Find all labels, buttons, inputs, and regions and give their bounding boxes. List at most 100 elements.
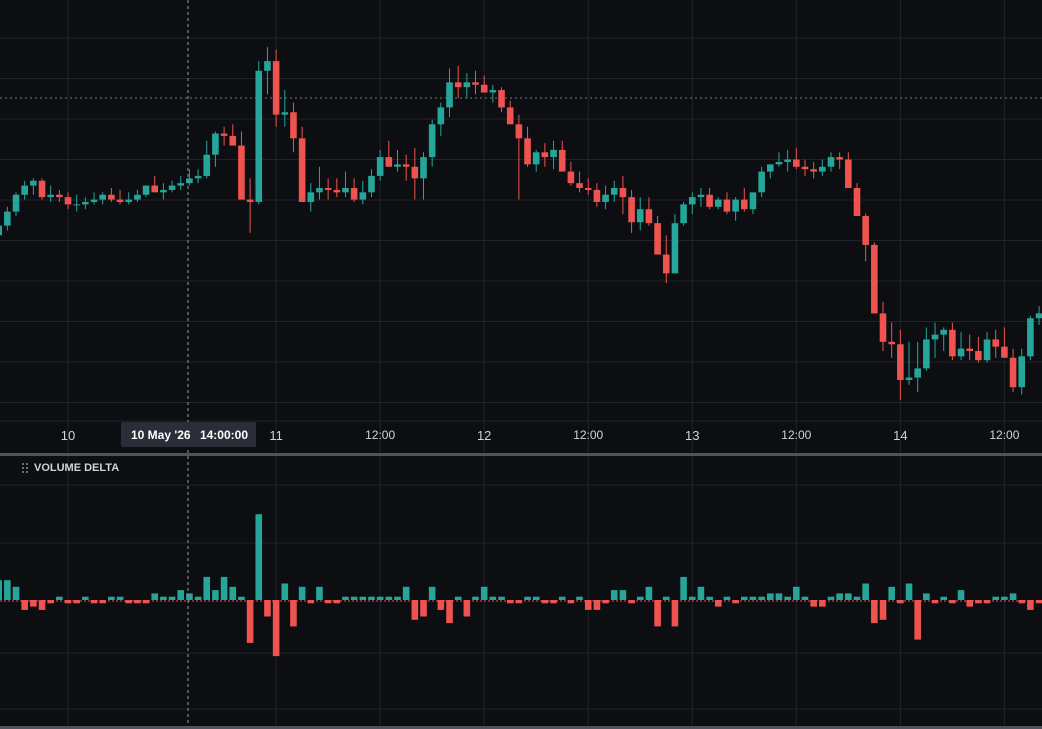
candle-body (853, 187, 861, 216)
volume-delta-bar (680, 576, 687, 600)
candle-body (116, 199, 124, 202)
volume-delta-bar (940, 596, 947, 600)
volume-delta-bar (472, 596, 479, 600)
candle-body (342, 187, 349, 193)
volume-delta-bar (212, 590, 219, 600)
crosshair-time: 14:00:00 (199, 427, 248, 442)
candle-body (220, 133, 228, 136)
volume-delta-bar (307, 600, 315, 604)
candle-body (160, 189, 167, 193)
drag-handle-icon[interactable] (22, 463, 28, 473)
volume-delta-bar (550, 600, 557, 604)
volume-delta-bar (836, 593, 843, 600)
volume-delta-bar (827, 596, 835, 600)
candle-body (12, 194, 20, 212)
volume-delta-bar (324, 600, 332, 604)
volume-delta-bar (645, 586, 653, 600)
volume-delta-bar (151, 593, 159, 600)
volume-delta-bar (47, 600, 54, 604)
indicator-label: VOLUME DELTA (34, 462, 120, 474)
volume-delta-bar (758, 596, 765, 600)
volume-delta-bar (1018, 600, 1026, 604)
candle-body (602, 194, 609, 202)
volume-delta-bar (0, 580, 2, 600)
candle-body (914, 368, 921, 378)
volume-delta-bar (949, 600, 956, 604)
candle-body (524, 138, 531, 165)
candle-body (706, 194, 713, 207)
volume-delta-bar (229, 586, 237, 600)
candle-body (1018, 356, 1026, 388)
volume-delta-bar (871, 600, 878, 624)
candle-body (975, 351, 982, 361)
time-tick-label: 12:00 (989, 428, 1020, 442)
candle-body (541, 152, 549, 158)
volume-delta-bar (12, 586, 20, 600)
candle-body (125, 199, 133, 202)
chart-canvas[interactable] (0, 0, 1042, 729)
candle-body (324, 187, 332, 190)
volume-delta-bar (558, 596, 566, 600)
volume-delta-bar (862, 583, 869, 600)
volume-delta-bar (784, 596, 791, 600)
candle-body (1001, 346, 1008, 358)
candle-body (194, 175, 202, 179)
candle-body (376, 157, 384, 176)
candle-body (454, 82, 462, 88)
volume-delta-bar (723, 596, 731, 600)
candle-body (758, 171, 765, 193)
volume-delta-bar (342, 596, 349, 600)
volume-delta-bar (498, 596, 505, 600)
volume-delta-bar (160, 596, 167, 600)
candle-body (697, 194, 705, 198)
candle-body (290, 112, 297, 139)
time-tick-label: 12:00 (573, 428, 604, 442)
volume-delta-bar (420, 600, 427, 617)
volume-delta-bar (801, 596, 809, 600)
candle-body (489, 90, 497, 93)
volume-delta-bar (82, 596, 89, 600)
volume-delta-bar (238, 596, 245, 600)
volume-delta-bar (290, 600, 297, 627)
volume-delta-bar (767, 593, 774, 600)
volume-delta-bar (567, 600, 575, 604)
volume-delta-bar (116, 596, 124, 600)
candle-body (30, 180, 37, 186)
candle-body (90, 199, 98, 202)
candle-body (108, 194, 115, 200)
volume-delta-bar (316, 586, 323, 600)
candle-body (810, 169, 817, 172)
volume-delta-bar (281, 583, 289, 600)
candle-body (888, 341, 895, 345)
volume-delta-bar (793, 586, 800, 600)
crosshair-date: 10 May '26 (131, 427, 191, 442)
candle-body (82, 201, 89, 205)
candle-body (99, 194, 107, 200)
volume-delta-bar (394, 596, 401, 600)
volume-delta-bar (1035, 600, 1042, 604)
volume-delta-bar (853, 596, 861, 600)
chart-root[interactable]: 10 11 12:00 12 12:00 13 12:00 14 12:00 10 May '2… (0, 0, 1042, 729)
candle-body (402, 164, 410, 167)
candle-body (428, 124, 436, 158)
candle-body (897, 344, 904, 380)
volume-delta-bar (732, 600, 739, 604)
volume-delta-bar (740, 596, 748, 600)
candle-body (1035, 313, 1042, 319)
volume-delta-bar (463, 600, 471, 617)
candle-body (662, 254, 670, 274)
volume-delta-bar (602, 600, 609, 604)
volume-delta-bar (255, 514, 263, 600)
time-tick-label: 13 (685, 428, 700, 443)
candle-body (636, 209, 644, 223)
candle-body (992, 339, 1000, 347)
candle-body (38, 180, 46, 198)
candle-body (246, 199, 254, 202)
candle-body (593, 189, 601, 202)
candle-body (732, 199, 739, 212)
candle-body (186, 178, 193, 184)
volume-delta-bar (671, 600, 679, 627)
volume-delta-bar (923, 593, 930, 600)
volume-delta-bar (506, 600, 514, 604)
candle-body (801, 166, 809, 170)
